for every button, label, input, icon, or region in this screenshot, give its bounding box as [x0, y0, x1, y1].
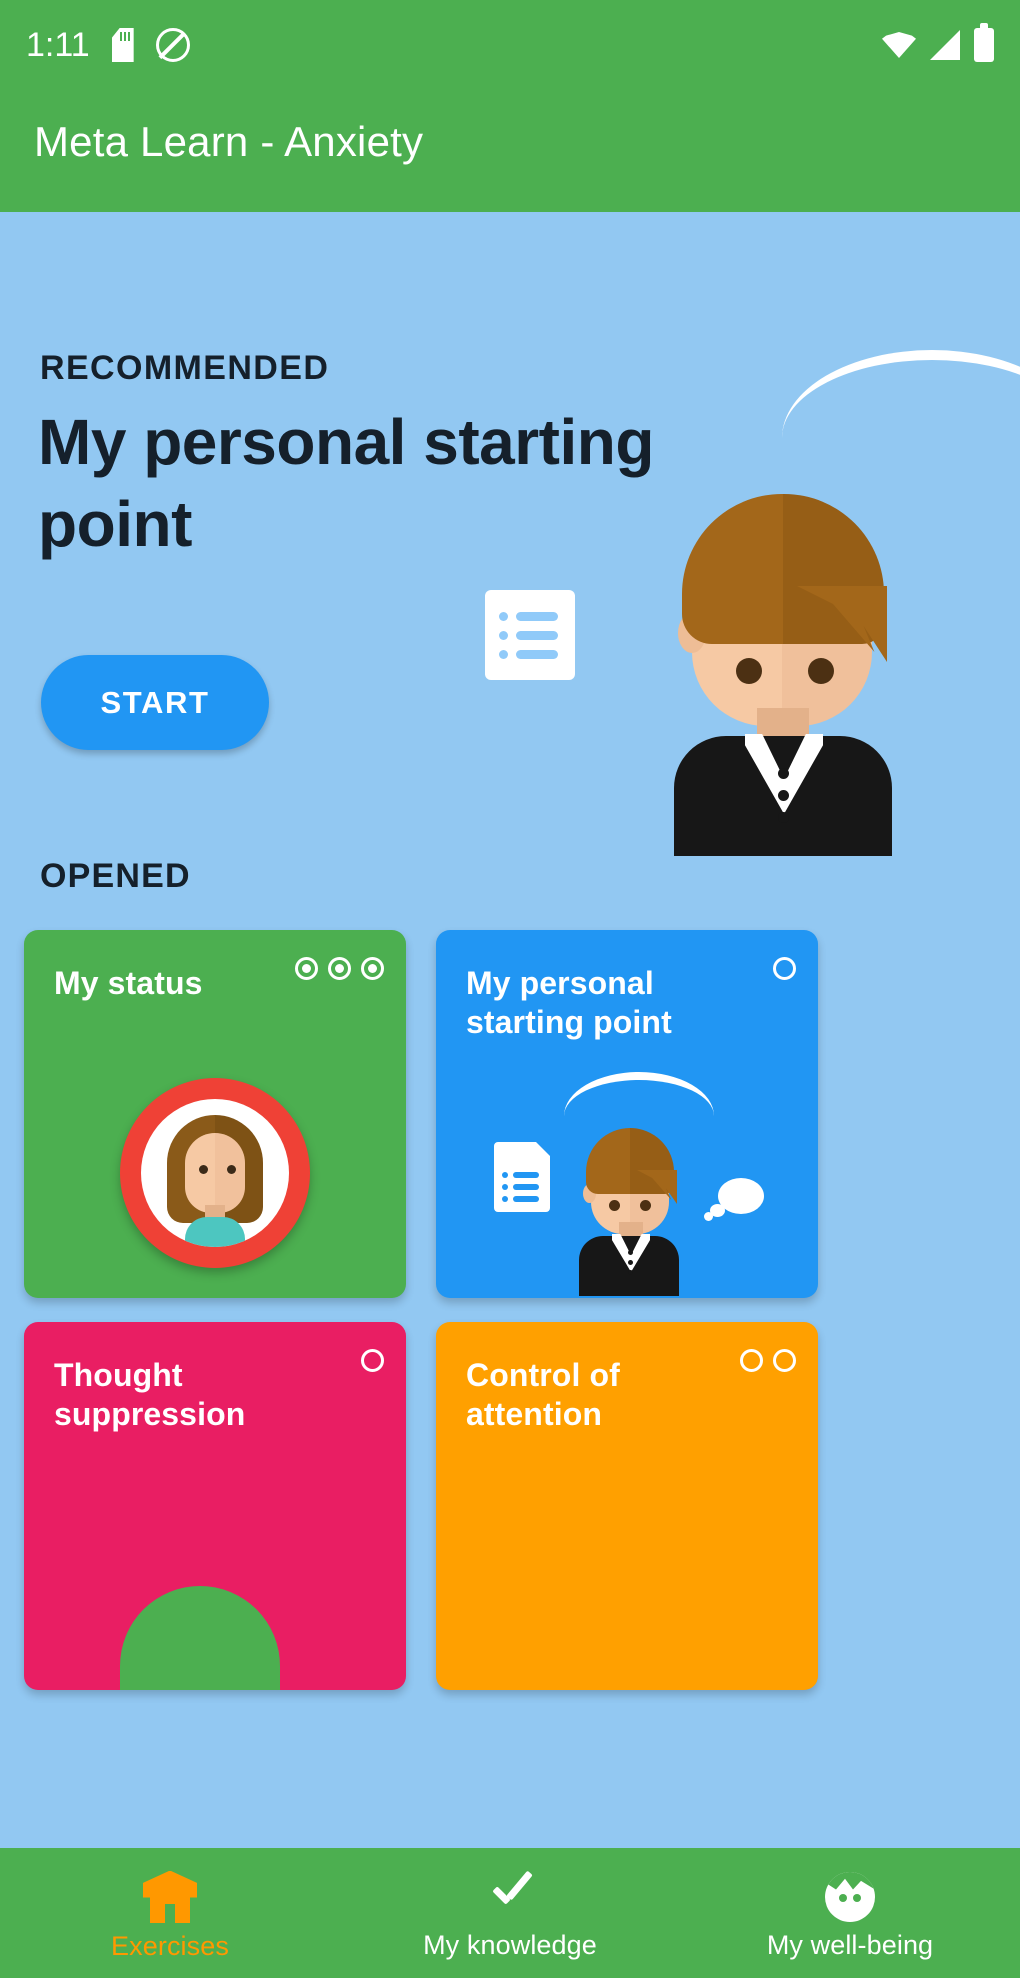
card-illustration: [96, 1548, 336, 1690]
progress-dots: [361, 1349, 384, 1372]
person-illustration: [652, 458, 952, 856]
card-illustration: [436, 1066, 818, 1296]
progress-dots: [295, 957, 384, 980]
person-illustration: [569, 1112, 699, 1296]
recommended-label: RECOMMENDED: [40, 349, 330, 387]
card-thought-suppression[interactable]: Thought suppression: [24, 1322, 406, 1690]
progress-dot: [328, 957, 351, 980]
progress-dot: [773, 1349, 796, 1372]
progress-dots: [740, 1349, 796, 1372]
signal-icon: [930, 30, 960, 60]
thought-bubble-icon: [704, 1178, 764, 1224]
arc-icon: [782, 350, 1020, 438]
mute-icon: [155, 28, 190, 62]
status-bar: 1:11: [0, 0, 1020, 90]
female-avatar-icon: [120, 1078, 310, 1268]
nav-item-my-well-being[interactable]: My well-being: [680, 1848, 1020, 1978]
house-icon: [143, 1870, 197, 1923]
card-my-status[interactable]: My status: [24, 930, 406, 1298]
sd-card-icon: [112, 28, 134, 62]
progress-dot: [773, 957, 796, 980]
page-title: Meta Learn - Anxiety: [34, 118, 424, 165]
card-title: My personal starting point: [466, 965, 672, 1041]
check-icon: [484, 1872, 536, 1922]
document-list-icon: [485, 590, 575, 680]
nav-label: Exercises: [111, 1930, 229, 1961]
status-bar-right: [882, 23, 994, 62]
card-title: Control of attention: [466, 1357, 620, 1433]
opened-label: OPENED: [40, 857, 191, 895]
progress-dot: [740, 1349, 763, 1372]
face-icon: [825, 1871, 875, 1922]
recommended-title: My personal starting point: [38, 406, 654, 560]
status-bar-left: 1:11: [26, 26, 190, 65]
app-bar: 1:11 Meta Learn - Anxiety: [0, 0, 1020, 212]
card-title: Thought suppression: [54, 1357, 246, 1433]
progress-dot: [361, 957, 384, 980]
card-control-of-attention[interactable]: Control of attention: [436, 1322, 818, 1690]
progress-dot: [361, 1349, 384, 1372]
card-title: My status: [54, 965, 203, 1001]
start-button[interactable]: START: [41, 655, 269, 750]
wifi-icon: [882, 32, 916, 58]
arc-icon: [564, 1072, 714, 1116]
scroll-content[interactable]: RECOMMENDED My personal starting point S…: [0, 212, 1020, 1978]
battery-icon: [974, 23, 994, 62]
nav-label: My knowledge: [423, 1929, 597, 1960]
progress-dot: [295, 957, 318, 980]
status-bar-clock: 1:11: [26, 25, 90, 64]
progress-dots: [773, 957, 796, 980]
nav-item-exercises[interactable]: Exercises: [0, 1848, 340, 1978]
nav-item-my-knowledge[interactable]: My knowledge: [340, 1848, 680, 1978]
hero-illustration: [485, 332, 1020, 856]
document-list-icon: [494, 1142, 550, 1212]
opened-card-grid: My status My personal starting point Tho…: [0, 930, 1020, 1690]
nav-label: My well-being: [766, 1929, 934, 1960]
card-my-personal-starting-point[interactable]: My personal starting point: [436, 930, 818, 1298]
bottom-navigation: Exercises My knowledge My well-being: [0, 1848, 1020, 1978]
